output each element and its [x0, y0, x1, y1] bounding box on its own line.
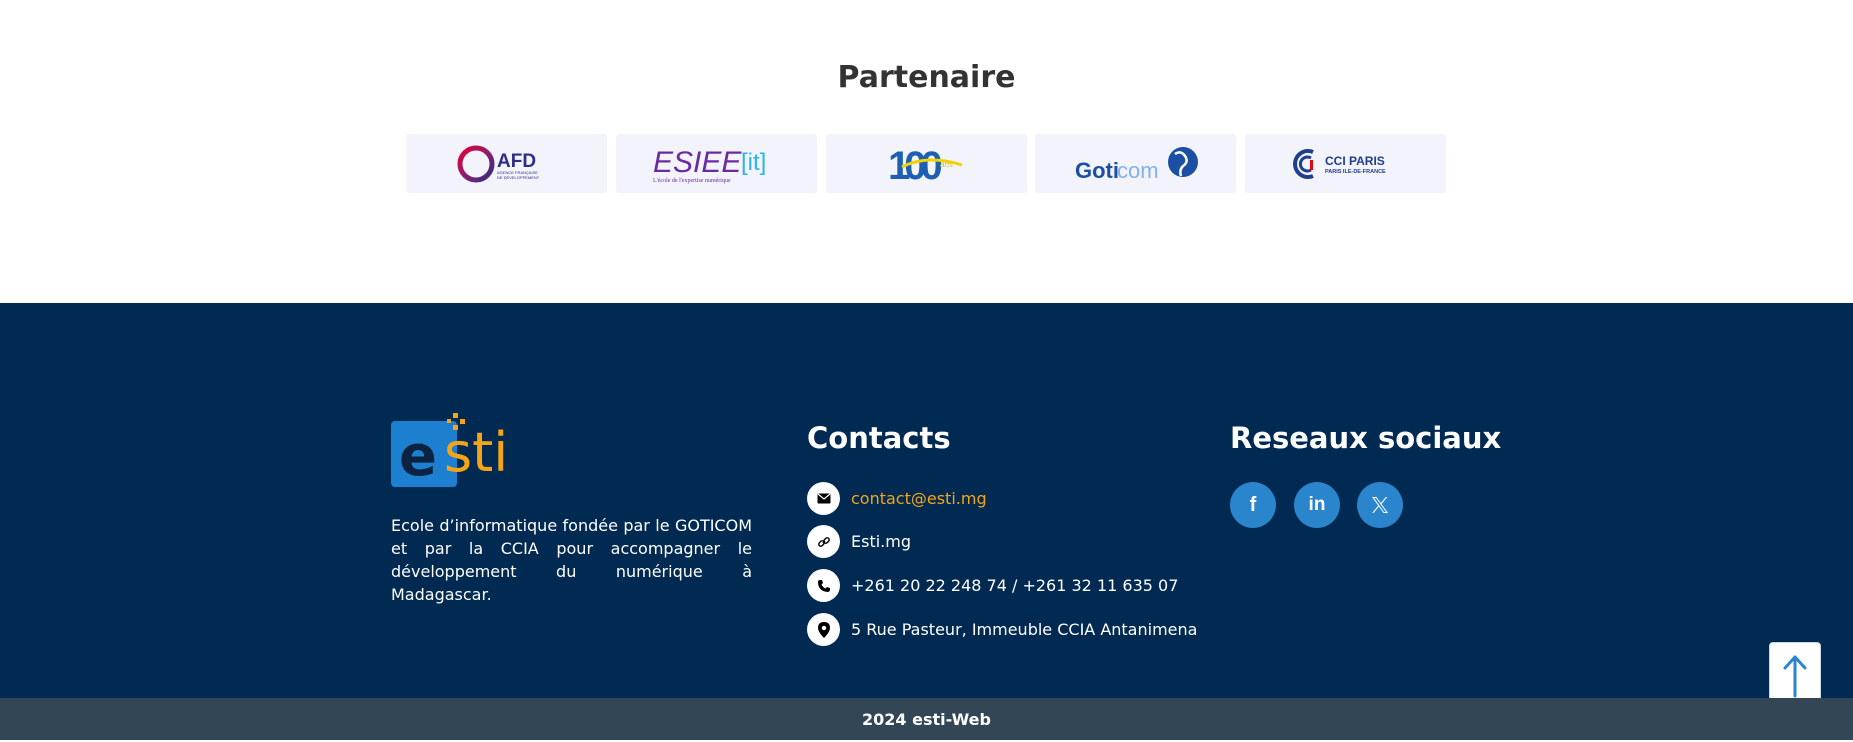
linkedin-button[interactable]: in [1294, 482, 1340, 528]
school-description: Ecole d’informatique fondée par le GOTIC… [391, 516, 752, 604]
partner-logo-cci-100[interactable]: 100 ans [826, 134, 1027, 193]
partners-section: Partenaire AFD AGENCE FRANÇAISE DE DÉVEL… [0, 0, 1853, 303]
contact-address: 5 Rue Pasteur, Immeuble CCIA Antanimena [807, 613, 1197, 646]
partner-logo-esiee-it[interactable]: ESIEE [it] L'école de l'expertise numéri… [616, 134, 817, 193]
phone-text: +261 20 22 248 74 / +261 32 11 635 07 [851, 576, 1179, 595]
svg-text:DE DÉVELOPPEMENT: DE DÉVELOPPEMENT [497, 175, 540, 180]
svg-text:ESIEE: ESIEE [653, 146, 742, 179]
social-title: Reseaux sociaux [1230, 421, 1502, 455]
afd-logo: AFD AGENCE FRANÇAISE DE DÉVELOPPEMENT [457, 145, 540, 182]
arrow-up-icon [1783, 655, 1807, 697]
svg-text:ans: ans [940, 160, 953, 169]
esti-logo[interactable]: e sti [391, 413, 521, 488]
svg-text:CCI PARIS: CCI PARIS [1325, 154, 1385, 168]
goticom-logo: Goti com [1075, 146, 1198, 183]
link-icon [807, 525, 840, 558]
contact-email: contact@esti.mg [807, 482, 987, 515]
facebook-button[interactable]: f [1230, 482, 1276, 528]
copyright-bar: 2024 esti-Web [0, 698, 1853, 740]
website-text[interactable]: Esti.mg [851, 532, 911, 551]
svg-text:[it]: [it] [741, 149, 766, 176]
svg-text:L'école de l'expertise numériq: L'école de l'expertise numérique [653, 178, 731, 184]
location-pin-icon [807, 613, 840, 646]
svg-text:AFD: AFD [497, 151, 536, 172]
facebook-icon: f [1249, 493, 1257, 516]
x-twitter-icon [1372, 497, 1388, 513]
esiee-it-logo: ESIEE [it] L'école de l'expertise numéri… [653, 146, 766, 184]
svg-text:com: com [1117, 158, 1159, 183]
partner-logo-afd[interactable]: AFD AGENCE FRANÇAISE DE DÉVELOPPEMENT [406, 134, 607, 193]
svg-text:sti: sti [444, 421, 508, 484]
email-link[interactable]: contact@esti.mg [851, 489, 987, 508]
contact-phone: +261 20 22 248 74 / +261 32 11 635 07 [807, 569, 1178, 602]
partner-logo-cci-paris[interactable]: CCI PARIS PARIS ILE-DE-FRANCE [1245, 134, 1446, 193]
svg-text:Goti: Goti [1075, 158, 1119, 183]
svg-text:100: 100 [888, 144, 941, 188]
contacts-title: Contacts [807, 421, 951, 455]
contact-website: Esti.mg [807, 525, 911, 558]
svg-text:PARIS ILE-DE-FRANCE: PARIS ILE-DE-FRANCE [1325, 169, 1386, 175]
phone-icon [807, 569, 840, 602]
svg-text:e: e [399, 424, 437, 488]
linkedin-icon: in [1308, 494, 1326, 515]
partners-title: Partenaire [837, 60, 1016, 95]
partner-logo-goticom[interactable]: Goti com [1035, 134, 1236, 193]
copyright-text: 2024 esti-Web [862, 710, 991, 729]
x-twitter-button[interactable] [1357, 482, 1403, 528]
mail-icon [807, 482, 840, 515]
cci-100-logo: 100 ans [888, 144, 962, 188]
address-text: 5 Rue Pasteur, Immeuble CCIA Antanimena [851, 620, 1198, 639]
cci-paris-logo: CCI PARIS PARIS ILE-DE-FRANCE [1292, 148, 1386, 179]
